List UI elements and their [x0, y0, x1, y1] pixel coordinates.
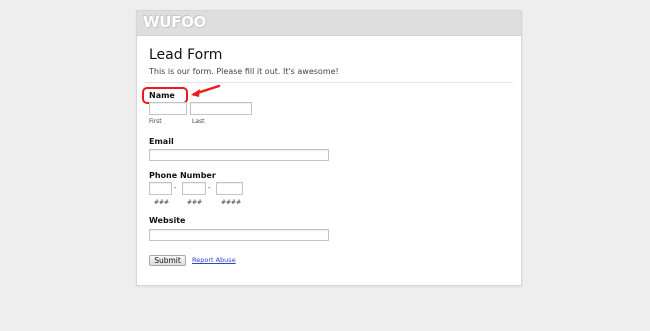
last-name-input[interactable] [190, 102, 252, 115]
phone-label: Phone Number [149, 171, 216, 180]
last-sublabel: Last [192, 118, 205, 125]
phone-prefix-input[interactable] [182, 182, 206, 195]
form-title: Lead Form [149, 47, 223, 63]
email-label: Email [149, 137, 174, 146]
first-name-input[interactable] [149, 102, 187, 115]
report-abuse-link[interactable]: Report Abuse [192, 256, 236, 264]
submit-button[interactable]: Submit [149, 255, 186, 266]
website-input[interactable] [149, 229, 329, 241]
first-sublabel: First [149, 118, 162, 125]
phone-line-input[interactable] [216, 182, 243, 195]
email-input[interactable] [149, 149, 329, 161]
form-description: This is our form. Please fill it out. It… [149, 67, 339, 76]
phone-separator: - [174, 184, 177, 192]
wufoo-logo[interactable]: WUFOO [143, 13, 206, 31]
phone-part2-hint: ### [187, 199, 203, 206]
phone-part3-hint: #### [221, 199, 242, 206]
form-card: WUFOO Lead Form This is our form. Please… [136, 10, 522, 286]
logo-bar: WUFOO [137, 11, 521, 36]
phone-part1-hint: ### [154, 199, 170, 206]
annotation-arrow-icon [191, 84, 221, 97]
phone-separator: - [208, 184, 211, 192]
phone-area-input[interactable] [149, 182, 172, 195]
website-label: Website [149, 216, 186, 225]
